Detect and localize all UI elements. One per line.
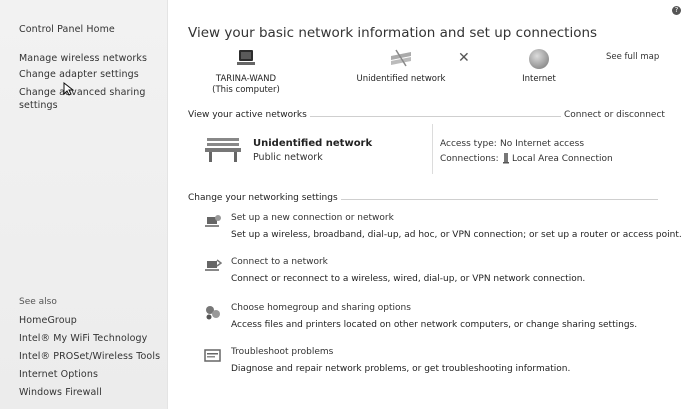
internet-label: Internet (522, 74, 556, 84)
setup-connection-desc: Set up a wireless, broadband, dial-up, a… (231, 230, 681, 240)
intel-proset-link[interactable]: Intel® PROSet/Wireless Tools (19, 351, 160, 362)
connections-label: Connections: (440, 154, 499, 164)
computer-name: TARINA-WAND (215, 74, 277, 84)
help-icon[interactable]: ? (672, 6, 681, 15)
map-computer[interactable]: TARINA-WAND (This computer) (211, 48, 281, 96)
computer-icon (237, 50, 255, 65)
page-title: View your basic network information and … (188, 25, 598, 41)
left-pane: Control Panel Home Manage wireless netwo… (0, 0, 168, 409)
troubleshoot-link[interactable]: Troubleshoot problems (231, 347, 333, 357)
x-icon: ✕ (458, 50, 470, 66)
change-adapter-settings-link[interactable]: Change adapter settings (19, 69, 139, 80)
map-network[interactable]: Unidentified network (351, 48, 451, 85)
change-advanced-sharing-link[interactable]: Change advanced sharing settings (19, 86, 149, 112)
setup-connection-icon (205, 215, 221, 227)
local-area-connection-link[interactable]: Local Area Connection (512, 154, 613, 164)
manage-wireless-networks-link[interactable]: Manage wireless networks (19, 53, 147, 64)
cursor-icon (63, 82, 75, 96)
connect-network-link[interactable]: Connect to a network (231, 257, 328, 267)
active-network-type[interactable]: Public network (253, 152, 323, 163)
homegroup-link[interactable]: HomeGroup (19, 315, 77, 326)
access-type-value: No Internet access (500, 139, 585, 149)
active-network-name: Unidentified network (253, 138, 373, 149)
network-icon (391, 49, 411, 67)
network-label: Unidentified network (356, 74, 446, 84)
homegroup-sharing-link[interactable]: Choose homegroup and sharing options (231, 303, 411, 313)
intel-my-wifi-link[interactable]: Intel® My WiFi Technology (19, 333, 147, 344)
connect-network-icon (205, 259, 222, 271)
connect-network-desc: Connect or reconnect to a wireless, wire… (231, 274, 586, 284)
change-settings-heading: Change your networking settings (188, 193, 341, 203)
computer-subtitle: (This computer) (212, 85, 280, 95)
internet-options-link[interactable]: Internet Options (19, 369, 98, 380)
globe-icon (529, 49, 549, 69)
troubleshoot-desc: Diagnose and repair network problems, or… (231, 364, 571, 374)
homegroup-sharing-desc: Access files and printers located on oth… (231, 320, 638, 330)
connect-disconnect-link[interactable]: Connect or disconnect (561, 110, 665, 120)
access-type-label: Access type: (440, 139, 497, 149)
adapter-icon (503, 153, 509, 164)
see-also-heading: See also (19, 297, 57, 307)
see-full-map-link[interactable]: See full map (606, 52, 659, 62)
troubleshoot-icon (204, 349, 221, 362)
homegroup-icon (206, 306, 220, 320)
control-panel-home-link[interactable]: Control Panel Home (19, 24, 115, 35)
bench-icon (205, 138, 241, 162)
main-content: View your basic network information and … (169, 0, 681, 409)
windows-firewall-link[interactable]: Windows Firewall (19, 387, 102, 398)
setup-connection-link[interactable]: Set up a new connection or network (231, 213, 394, 223)
map-internet[interactable]: Internet (509, 48, 569, 85)
active-networks-separator (432, 124, 433, 174)
active-networks-heading: View your active networks (188, 110, 310, 120)
